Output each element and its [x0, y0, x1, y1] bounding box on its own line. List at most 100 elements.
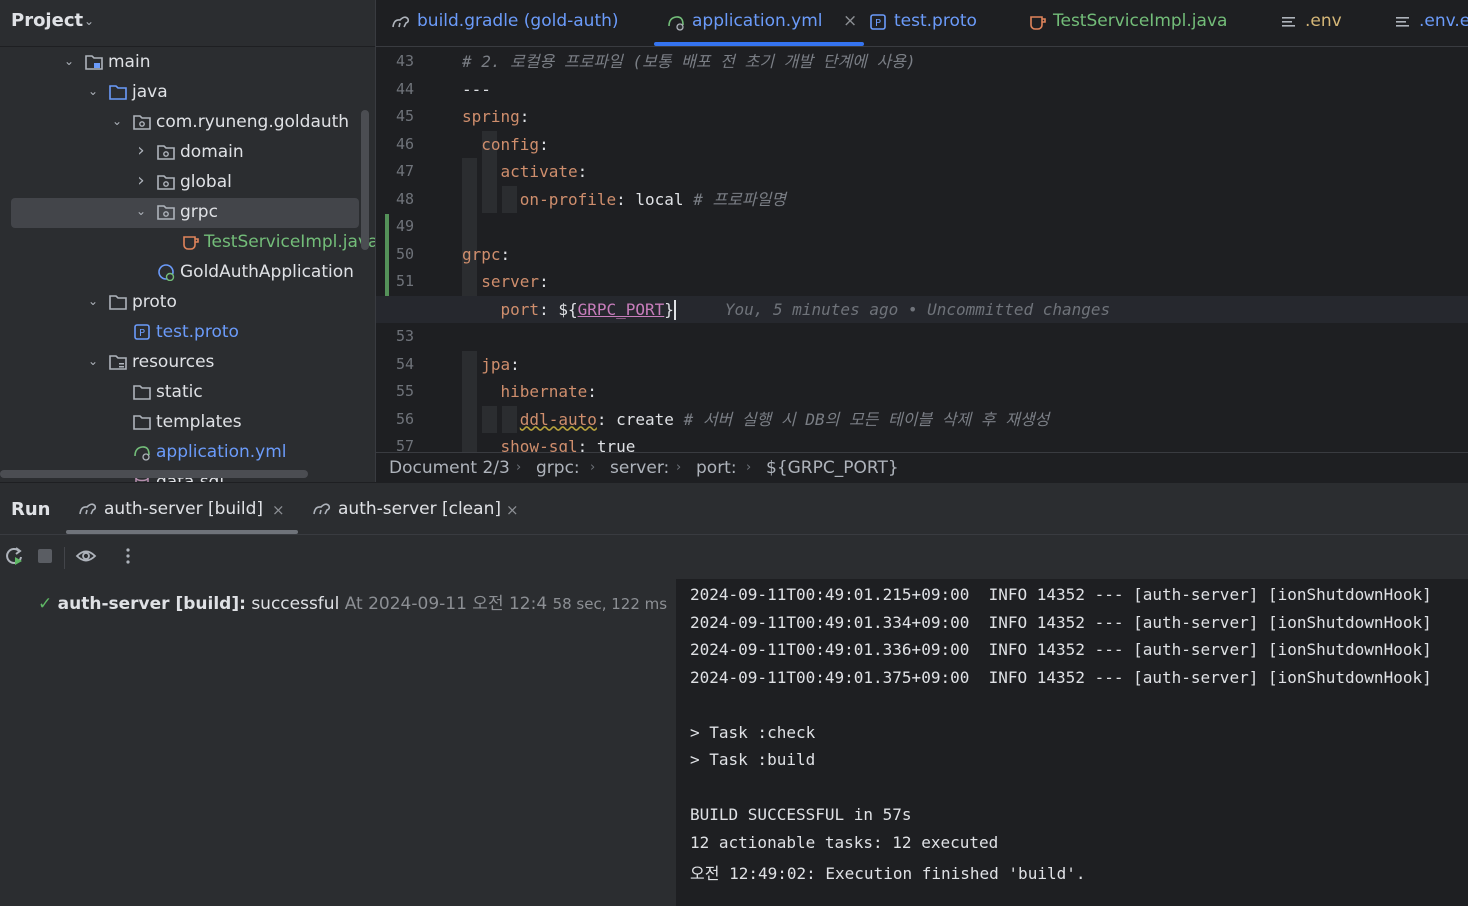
run-tab-1[interactable]: auth-server [clean] ×	[300, 483, 532, 534]
tree-row-test-proto[interactable]: Ptest.proto	[0, 318, 375, 348]
breadcrumb-item[interactable]: ${GRPC_PORT}	[766, 458, 899, 478]
tree-item-label: com.ryuneng.goldauth	[156, 112, 350, 132]
code-token: hibernate	[462, 382, 588, 401]
chevron-down-icon[interactable]: ⌄	[134, 204, 148, 218]
code-line[interactable]: activate:	[462, 158, 588, 185]
code-token: on-profile	[462, 189, 617, 209]
tree-row-goldauthapplication[interactable]: GoldAuthApplication	[0, 258, 375, 288]
chevron-down-icon[interactable]: ⌄	[84, 14, 94, 28]
console-output[interactable]: 2024-09-11T00:49:01.215+09:00 INFO 14352…	[676, 579, 1468, 906]
tab-build-gradle-gold-auth-[interactable]: build.gradle (gold-auth)	[391, 0, 637, 46]
code-line[interactable]: config:	[462, 131, 548, 158]
tree-row-templates[interactable]: templates	[0, 408, 375, 438]
code-token: : create	[596, 409, 684, 429]
code-token: :	[539, 272, 549, 291]
breadcrumb-item[interactable]: server:	[610, 458, 669, 478]
tree-row-static[interactable]: static	[0, 378, 375, 408]
code-token: # 2. 로컬용 프로파일 (보통 배포 전 초기 개발 단계에 사용)	[462, 52, 916, 71]
spring-class-icon	[156, 263, 176, 282]
chevron-right-icon[interactable]: ›	[134, 170, 148, 191]
tree-item-label: resources	[132, 352, 215, 372]
run-tab-0[interactable]: auth-server [build] ×	[66, 483, 298, 534]
line-number: 48	[396, 189, 415, 208]
tree-row-grpc[interactable]: ⌄ grpc	[0, 198, 375, 228]
code-token: }	[664, 299, 674, 319]
code-line[interactable]: ddl-auto: create # 서버 실행 시 DB의 모든 테이블 삭제…	[462, 406, 1050, 433]
chevron-right-icon: ›	[516, 460, 522, 475]
tab-application-yml[interactable]: application.yml ×	[654, 0, 864, 46]
code-area[interactable]: # 2. 로컬용 프로파일 (보통 배포 전 초기 개발 단계에 사용) --- s…	[376, 46, 1468, 461]
chevron-down-icon[interactable]: ⌄	[62, 54, 76, 68]
project-header[interactable]: Project ⌄	[0, 0, 375, 47]
tab-label: application.yml	[692, 11, 823, 31]
yml-file-icon	[132, 443, 152, 461]
tree-row-proto[interactable]: ⌄ proto	[0, 288, 375, 318]
code-token: :	[519, 107, 530, 126]
console-line: 12 actionable tasks: 12 executed	[690, 832, 999, 852]
toolbar-divider	[64, 547, 65, 569]
code-line[interactable]: port: ${GRPC_PORT} You, 5 minutes ago • …	[376, 295, 1468, 323]
line-number: 46	[396, 134, 415, 153]
tree-row-java[interactable]: ⌄ java	[0, 78, 375, 108]
tree-vertical-scrollbar[interactable]	[361, 110, 369, 250]
code-line[interactable]: ---	[462, 76, 491, 103]
code-line[interactable]: spring:	[462, 103, 529, 130]
chevron-right-icon: ›	[746, 460, 752, 475]
code-line[interactable]: server:	[462, 268, 549, 295]
code-token: # 프로파일명	[693, 189, 787, 209]
java-file-icon	[180, 233, 200, 251]
chevron-down-icon[interactable]: ⌄	[110, 114, 124, 128]
run-title: Run	[11, 499, 51, 520]
tree-row-resources[interactable]: ⌄ resources	[0, 348, 375, 378]
breadcrumb-item[interactable]: port:	[696, 458, 737, 478]
code-line[interactable]: on-profile: local # 프로파일명	[462, 186, 786, 213]
tab-test-proto[interactable]: Ptest.proto	[868, 0, 988, 46]
chevron-down-icon[interactable]: ⌄	[86, 294, 100, 308]
tree-horizontal-scrollbar[interactable]	[0, 470, 308, 478]
code-line[interactable]: # 2. 로컬용 프로파일 (보통 배포 전 초기 개발 단계에 사용)	[462, 48, 916, 75]
project-title[interactable]: Project	[11, 10, 83, 31]
line-number: 45	[396, 107, 415, 125]
code-token: GRPC_PORT	[577, 299, 665, 319]
code-line[interactable]: hibernate:	[462, 378, 597, 405]
code-line[interactable]: jpa:	[462, 351, 520, 378]
code-token: spring	[462, 107, 520, 126]
build-result-row[interactable]: ✓ auth-server [build]: successful At 202…	[38, 589, 667, 614]
chevron-down-icon[interactable]: ⌄	[86, 84, 100, 98]
tree-item-label: grpc	[180, 202, 218, 222]
breadcrumb-item[interactable]: Document 2/3	[389, 458, 510, 478]
breadcrumb-item[interactable]: grpc:	[536, 458, 580, 478]
tree-row-testserviceimpl-java[interactable]: TestServiceImpl.java	[0, 228, 375, 258]
more-icon[interactable]	[117, 545, 139, 567]
code-line[interactable]: grpc:	[462, 241, 510, 268]
close-icon[interactable]: ×	[506, 501, 519, 519]
tree-row-com-ryuneng-goldauth[interactable]: ⌄ com.ryuneng.goldauth	[0, 108, 375, 138]
close-icon[interactable]: ×	[272, 501, 285, 519]
tree-row-global[interactable]: › global	[0, 168, 375, 198]
breadcrumb: Document 2/3 › grpc: › server: › port: › ${GRPC_…	[376, 452, 1468, 482]
tree-row-main[interactable]: ⌄ main	[0, 48, 375, 78]
gradle-icon	[312, 500, 334, 518]
close-icon[interactable]: ×	[843, 11, 857, 31]
tab-testserviceimpl-java[interactable]: TestServiceImpl.java	[1027, 0, 1237, 46]
code-token: grpc	[462, 244, 501, 264]
folder-source-icon	[108, 83, 128, 101]
console-line: > Task :check	[690, 722, 816, 742]
tree-row-domain[interactable]: › domain	[0, 138, 375, 168]
console-line: > Task :build	[690, 750, 816, 769]
chevron-down-icon[interactable]: ⌄	[86, 354, 100, 368]
git-blame-annotation[interactable]: You, 5 minutes ago • Uncommitted changes	[696, 300, 1110, 319]
text-file-icon	[1393, 13, 1413, 31]
console-line: BUILD SUCCESSFUL in 57s	[690, 805, 912, 824]
code-token: :	[500, 244, 511, 264]
tree-row-application-yml[interactable]: application.yml	[0, 438, 375, 468]
tab--env-example[interactable]: .env.example	[1393, 0, 1468, 46]
line-number: 56	[396, 409, 415, 428]
eye-icon[interactable]	[75, 545, 97, 567]
chevron-right-icon[interactable]: ›	[134, 140, 148, 161]
stop-icon[interactable]	[34, 545, 56, 567]
tab--env[interactable]: .env	[1279, 0, 1345, 46]
code-token: :	[577, 162, 588, 181]
rerun-icon[interactable]	[3, 545, 25, 567]
chevron-right-icon: ›	[590, 460, 596, 475]
